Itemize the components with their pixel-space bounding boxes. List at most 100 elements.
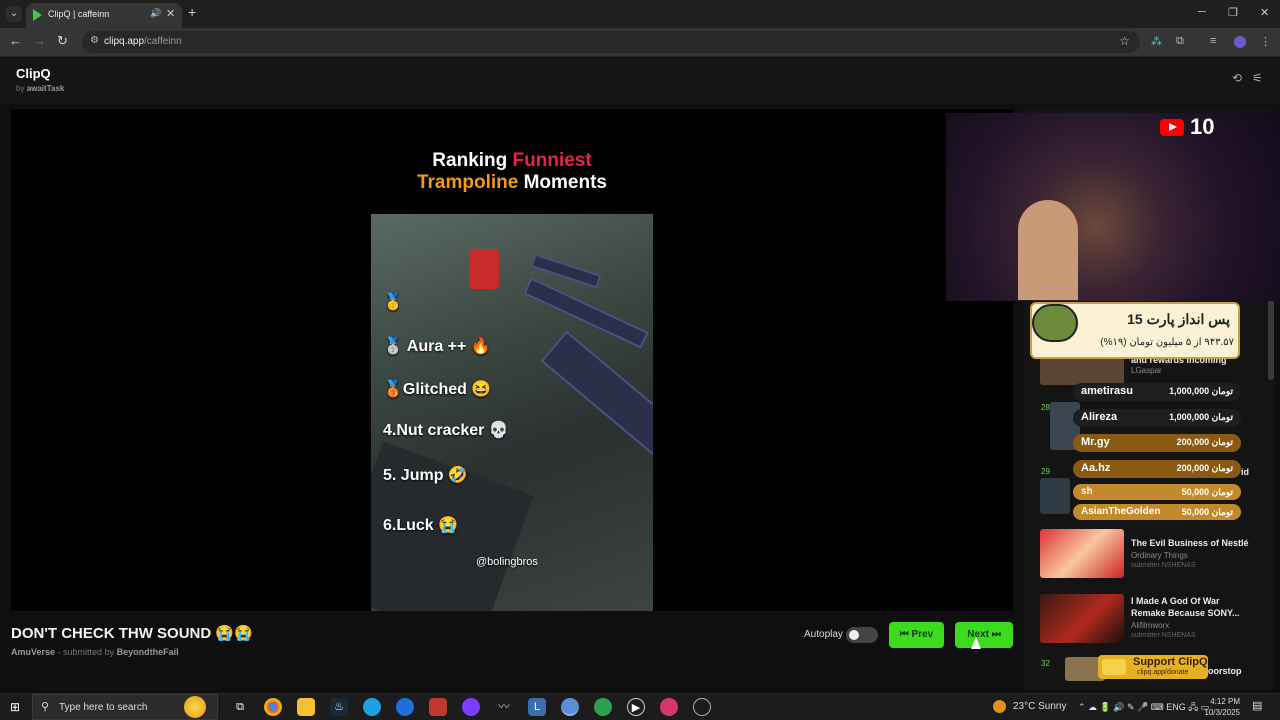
bookmark-star-icon[interactable]: ☆ (1119, 34, 1130, 48)
donation-pill: Mr.gy 200,000 تومان (1073, 434, 1241, 452)
app-byline: by awaitTask (16, 84, 64, 93)
toggle-knob (849, 630, 859, 640)
queue-item-submitter: submitter NSHENAS (1131, 562, 1196, 569)
queue-thumbnail[interactable] (1040, 357, 1124, 385)
system-tray[interactable]: ⌃ ☁ 🔋 🔊 ✎ 🎤 ⌨ ENG 🖧 ▭ (1078, 700, 1209, 716)
donation-goal-title: پس انداز پارت 15 (1127, 311, 1230, 327)
sun-weather-icon[interactable] (184, 696, 206, 718)
language-indicator[interactable]: ENG (1166, 702, 1186, 712)
tab-audio-icon[interactable]: 🔊 (150, 8, 161, 19)
support-title: Support ClipQ (1133, 656, 1208, 668)
url-host: clipq.app (104, 36, 145, 47)
chrome-icon[interactable] (264, 698, 282, 716)
queue-thumbnail[interactable] (1040, 529, 1124, 578)
app-header (0, 58, 1280, 104)
streamer-webcam (946, 113, 1280, 301)
restore-button[interactable]: ❐ (1228, 6, 1238, 19)
app-purple-icon[interactable] (462, 698, 480, 716)
clip-channel[interactable]: AmuVerse (11, 647, 55, 657)
jumper-figure (469, 249, 499, 289)
queue-thumbnail[interactable] (1040, 594, 1124, 643)
app-blue-icon[interactable] (396, 698, 414, 716)
by-author[interactable]: awaitTask (27, 84, 65, 93)
app-circle-icon[interactable] (693, 698, 711, 716)
video-overlay-title-line2: Trampoline Moments (380, 172, 644, 194)
chrome-profile-icon[interactable] (561, 698, 579, 716)
title-word-trampoline: Trampoline (416, 172, 519, 193)
video-overlay-title-line1: Ranking Funniest (380, 150, 644, 172)
chrome-alt-icon[interactable] (594, 698, 612, 716)
queue-item-number: 29 (1041, 467, 1050, 476)
app-l-icon[interactable]: L (528, 698, 546, 716)
edge-icon[interactable] (363, 698, 381, 716)
prev-button[interactable]: ⏮ Prev (889, 622, 944, 648)
queue-scrollbar[interactable] (1268, 300, 1274, 380)
queue-item-title[interactable]: I Made A God Of War (1131, 596, 1220, 606)
queue-item-channel: Alifilmworx (1131, 621, 1170, 630)
settings-sliders-icon[interactable]: ⚟ (1252, 71, 1263, 85)
donor-name: AsianTheGolden (1081, 506, 1161, 517)
queue-item-title[interactable]: id (1241, 467, 1249, 477)
clip-title: DON'T CHECK THW SOUND 😭😭 (11, 625, 253, 642)
weather-sun-icon (993, 700, 1006, 713)
reload-icon[interactable]: ↻ (57, 33, 68, 49)
audio-wave-icon[interactable]: 〰 (495, 698, 513, 716)
steam-icon[interactable]: ♨ (330, 698, 348, 716)
media-control-icon[interactable]: ≡ (1210, 35, 1216, 47)
back-icon[interactable]: ← (9, 33, 22, 48)
address-url: clipq.app/caffeinn (104, 36, 182, 47)
queue-item-number: 28 (1041, 403, 1050, 412)
chrome-pink-icon[interactable] (660, 698, 678, 716)
streamer-figure (1018, 200, 1078, 300)
queue-item-title[interactable]: oorstop (1208, 666, 1242, 676)
tab-search-button[interactable]: ⌄ (6, 6, 22, 22)
extensions-puzzle-icon[interactable]: ⧉ (1176, 35, 1184, 48)
tab-close-icon[interactable]: ✕ (166, 7, 175, 20)
browser-menu-icon[interactable]: ⋮ (1260, 35, 1271, 48)
task-view-icon[interactable]: ⧉ (231, 698, 249, 716)
rank-line-2: 🥈 Aura ++ 🔥 (383, 338, 491, 355)
forward-icon[interactable]: → (33, 33, 46, 48)
app-brand[interactable]: ClipQ (16, 66, 51, 81)
clock-date: 10/3/2025 (1204, 708, 1240, 717)
donation-pill: sh 50,000 تومان (1073, 484, 1241, 500)
media-player-icon[interactable]: ▶ (627, 698, 645, 716)
window-close-button[interactable]: ✕ (1260, 6, 1269, 19)
windows-start-icon[interactable]: ⊞ (10, 700, 20, 714)
rank-line-1: 🥇 (383, 294, 403, 311)
coffee-cup-icon (1102, 659, 1126, 675)
queue-item-number: 32 (1041, 659, 1050, 668)
new-tab-button[interactable]: + (188, 4, 196, 20)
taskbar-search-placeholder: Type here to search (59, 702, 148, 713)
queue-item-title-line2[interactable]: Remake Because SONY... (1131, 608, 1240, 618)
donor-name: sh (1081, 486, 1093, 497)
address-bar[interactable]: ⚙ clipq.app/caffeinn ☆ (82, 31, 1140, 53)
youtube-viewer-count: 10 (1190, 114, 1215, 139)
file-explorer-icon[interactable] (297, 698, 315, 716)
autoplay-toggle[interactable] (846, 627, 878, 643)
queue-item-title[interactable]: The Evil Business of Nestlé (1131, 538, 1249, 548)
donation-goal-progress: ۹۴۳.۵۷ از ۵ میلیون تومان (۱۹%) (1100, 337, 1234, 348)
extension-icon[interactable]: ⁂ (1151, 35, 1162, 48)
search-icon: ⚲ (41, 701, 50, 713)
taskbar-weather[interactable]: 23°C Sunny (1013, 701, 1066, 712)
donation-amount: 200,000 تومان (1176, 437, 1233, 447)
next-button[interactable]: Next ⏭ (955, 622, 1013, 648)
app-red-icon[interactable] (429, 698, 447, 716)
clip-submitter[interactable]: BeyondtheFail (117, 647, 179, 657)
clipq-favicon-icon (33, 9, 42, 21)
autoplay-label: Autoplay (804, 629, 843, 640)
donation-pill: Aa.hz 200,000 تومان (1073, 460, 1241, 478)
profile-avatar[interactable] (1234, 36, 1246, 48)
clip-meta: AmuVerse - submitted by BeyondtheFail (11, 647, 179, 657)
notification-center-icon[interactable]: ▤ (1252, 699, 1262, 712)
video-frame[interactable] (371, 214, 653, 611)
site-info-icon[interactable]: ⚙ (90, 35, 99, 46)
taskbar-clock[interactable]: 4:12 PM 10/3/2025 (1200, 696, 1240, 718)
rank-line-6: 6.Luck 😭 (383, 517, 459, 534)
minimize-button[interactable]: ─ (1198, 6, 1206, 18)
tab-title: ClipQ | caffeinn (48, 9, 110, 19)
queue-thumbnail[interactable] (1040, 478, 1070, 514)
browser-tab[interactable]: ClipQ | caffeinn 🔊 ✕ (26, 3, 182, 28)
history-icon[interactable]: ⟲ (1232, 71, 1242, 85)
